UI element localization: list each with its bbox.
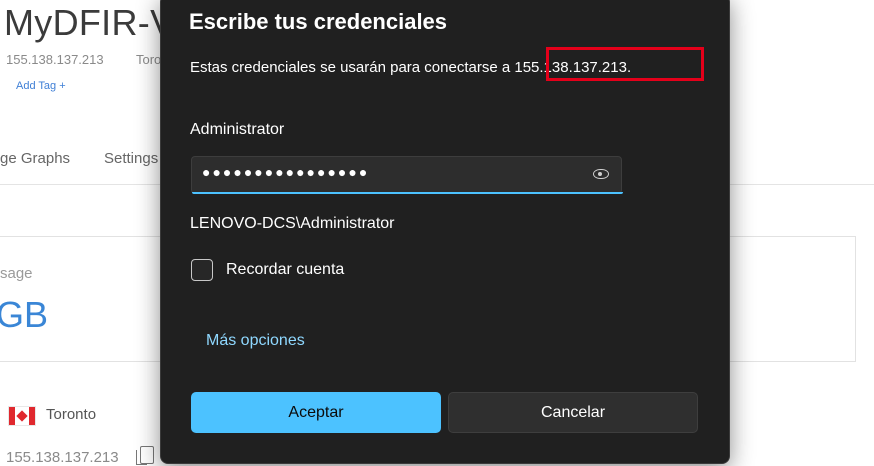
username-label: Administrator bbox=[190, 121, 285, 138]
focus-underline bbox=[192, 192, 623, 194]
tab-graphs[interactable]: ge Graphs bbox=[0, 150, 70, 167]
password-value: ●●●●●●●●●●●●●●●● bbox=[202, 164, 370, 180]
copy-icon[interactable] bbox=[136, 446, 154, 465]
canada-flag-icon bbox=[8, 406, 36, 426]
add-tag-link[interactable]: Add Tag + bbox=[16, 80, 66, 92]
eye-icon[interactable] bbox=[593, 169, 609, 179]
location-label: Toronto bbox=[46, 406, 97, 423]
remember-label[interactable]: Recordar cuenta bbox=[226, 261, 344, 279]
domain-user-label: LENOVO-DCS\Administrator bbox=[190, 215, 395, 232]
usage-label: sage bbox=[0, 265, 33, 282]
vm-title: MyDFIR-V bbox=[4, 2, 175, 43]
ip-address-text: 155.138.137.213 bbox=[6, 449, 119, 466]
cancel-button[interactable]: Cancelar bbox=[448, 392, 698, 433]
more-options-link[interactable]: Más opciones bbox=[206, 332, 305, 350]
dialog-title: Escribe tus credenciales bbox=[189, 9, 448, 34]
ip-highlight-box bbox=[546, 47, 704, 81]
remember-checkbox[interactable] bbox=[191, 259, 213, 281]
credentials-dialog: Escribe tus credenciales Estas credencia… bbox=[160, 0, 730, 464]
tab-settings[interactable]: Settings bbox=[104, 150, 158, 167]
password-field[interactable]: ●●●●●●●●●●●●●●●● bbox=[191, 156, 623, 194]
vm-ip: 155.138.137.213 bbox=[6, 52, 104, 67]
accept-button[interactable]: Aceptar bbox=[191, 392, 441, 433]
usage-value: GB bbox=[0, 294, 49, 335]
